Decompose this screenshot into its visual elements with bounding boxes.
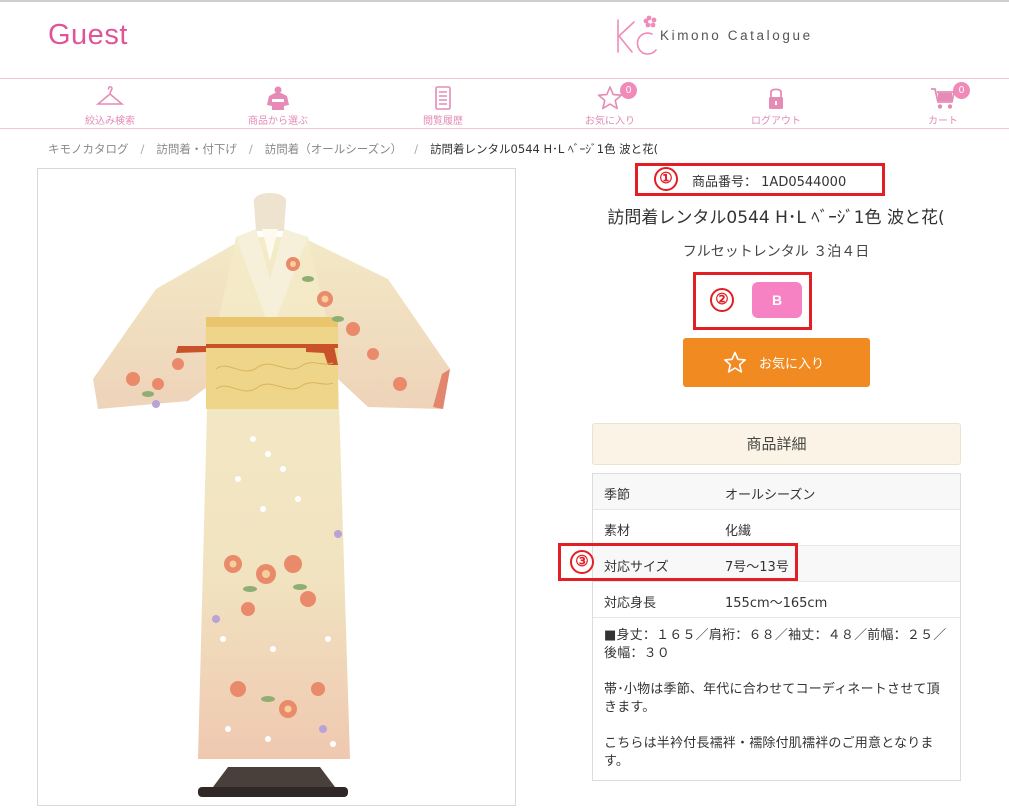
detail-value: 155cm～165cm — [725, 596, 828, 611]
history-icon — [435, 86, 451, 110]
detail-key: 季節 — [604, 488, 631, 503]
hanger-icon — [95, 86, 125, 105]
details-heading: 商品詳細 — [592, 423, 961, 465]
size-badge: B — [752, 282, 802, 318]
nav-logout[interactable]: ログアウト — [716, 79, 836, 129]
details-table: 季節 オールシーズン 素材 化繊 対応サイズ 7号～13号 対応身長 155cm… — [592, 473, 961, 781]
product-number: 商品番号： 1AD0544000 — [692, 171, 846, 190]
breadcrumb-separator: / — [414, 142, 419, 156]
nav-label: 閲覧履歴 — [423, 116, 463, 127]
nav-label: 商品から選ぶ — [248, 116, 308, 127]
add-to-favorites-label: お気に入り — [759, 357, 825, 372]
nav-label: お気に入り — [585, 116, 635, 127]
callout-marker-1: ① — [654, 167, 678, 191]
nav-filter-search[interactable]: 絞込み検索 — [50, 79, 170, 129]
breadcrumb-link[interactable]: 訪問着（オールシーズン） — [265, 142, 402, 156]
detail-value: 化繊 — [725, 524, 752, 539]
nav-label: 絞込み検索 — [85, 116, 135, 127]
product-number-label: 商品番号： — [692, 175, 758, 190]
table-row: 季節 オールシーズン — [593, 474, 960, 510]
callout-box-size-row — [558, 543, 798, 581]
table-row: 素材 化繊 — [593, 510, 960, 546]
guest-label: Guest — [48, 19, 128, 51]
callout-marker-3: ③ — [570, 550, 594, 574]
product-title: 訪問着レンタル0544 H･L ﾍﾞｰｼﾞ1色 波と花( — [607, 208, 945, 228]
kimono-icon — [267, 86, 289, 110]
product-photo[interactable] — [37, 168, 516, 806]
star-outline-icon — [724, 351, 746, 373]
cart-count-badge: 0 — [953, 82, 970, 99]
breadcrumb-current: 訪問着レンタル0544 H･L ﾍﾞｰｼﾞ1色 波と花( — [430, 142, 659, 156]
nav-label: ログアウト — [751, 116, 801, 127]
nav-cart[interactable]: 0 カート — [883, 79, 1003, 129]
detail-value: オールシーズン — [725, 488, 816, 503]
breadcrumb-separator: / — [140, 142, 145, 156]
detail-key: 対応身長 — [604, 596, 657, 611]
logo-text: Kimono Catalogue — [660, 28, 813, 43]
underwear-note: こちらは半衿付長襦袢・襦除付肌襦袢のご用意となります。 — [604, 736, 934, 769]
measurement-note: ■身丈：１６５／肩裄：６８／袖丈：４８／前幅：２５／後幅：３０ — [604, 628, 947, 661]
add-to-favorites-button[interactable]: お気に入り — [683, 338, 870, 387]
site-header: Guest Kimono Catalogue — [0, 2, 1009, 78]
product-number-value: 1AD0544000 — [761, 175, 847, 190]
nav-browse-products[interactable]: 商品から選ぶ — [218, 79, 338, 129]
breadcrumb-separator: / — [248, 142, 253, 156]
favorites-count-badge: 0 — [620, 82, 637, 99]
kimono-illustration — [93, 193, 450, 797]
breadcrumb-link[interactable]: 訪問着・付下げ — [156, 142, 237, 156]
nav-favorites[interactable]: 0 お気に入り — [550, 79, 670, 129]
callout-marker-2: ② — [710, 288, 734, 312]
breadcrumb: キモノカタログ / 訪問着・付下げ / 訪問着（オールシーズン） / 訪問着レンタル0544… — [48, 141, 658, 157]
lock-icon — [769, 88, 783, 109]
detail-key: 素材 — [604, 524, 631, 539]
nav-history[interactable]: 閲覧履歴 — [383, 79, 503, 129]
breadcrumb-link[interactable]: キモノカタログ — [48, 142, 129, 156]
accessory-note: 帯･小物は季節、年代に合わせてコーディネートさせて頂きます。 — [604, 682, 940, 715]
table-row: 対応身長 155cm～165cm — [593, 582, 960, 618]
main-nav: 絞込み検索 商品から選ぶ 閲覧履歴 0 お気に入り ログアウト 0 カート — [0, 78, 1009, 129]
rental-plan: フルセットレンタル ３泊４日 — [682, 244, 870, 260]
nav-label: カート — [928, 116, 958, 127]
